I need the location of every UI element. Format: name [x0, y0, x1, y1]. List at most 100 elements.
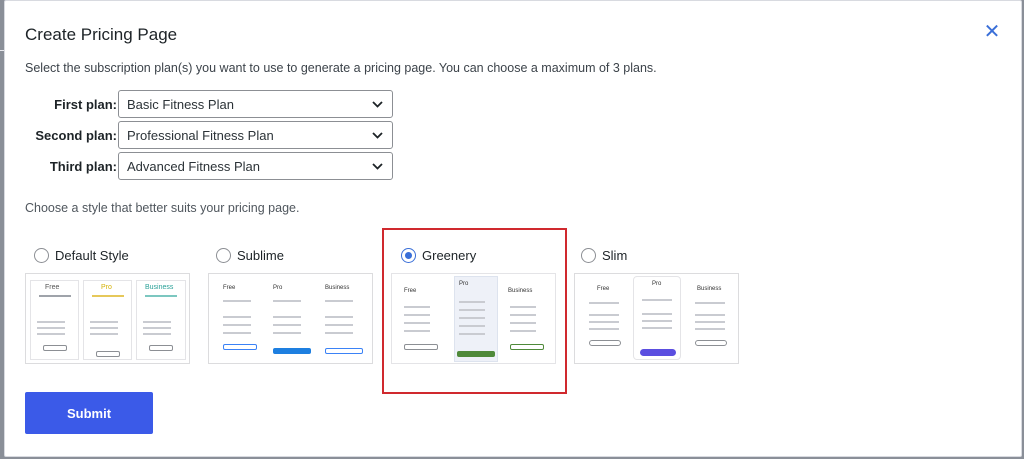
- second-plan-label: Second plan:: [35, 128, 117, 143]
- style-label-sublime: Sublime: [237, 248, 284, 264]
- preview-line: [589, 328, 619, 330]
- preview-line: [39, 295, 71, 297]
- preview-line: [273, 316, 301, 318]
- preview-line: [273, 332, 301, 334]
- preview-plan-name: Business: [145, 284, 174, 291]
- dialog-description: Select the subscription plan(s) you want…: [25, 61, 657, 75]
- preview-card: Free: [579, 284, 629, 350]
- preview-button: [695, 340, 727, 346]
- preview-plan-name: Free: [223, 285, 236, 291]
- preview-card: Pro: [267, 280, 315, 360]
- first-plan-select[interactable]: Basic Fitness Plan: [118, 90, 393, 118]
- preview-line: [404, 330, 430, 332]
- preview-line: [404, 306, 430, 308]
- style-label-slim: Slim: [602, 248, 628, 264]
- preview-line: [510, 306, 536, 308]
- preview-line: [90, 321, 118, 323]
- preview-line: [695, 302, 725, 304]
- sublime-style-preview[interactable]: Free Pro Business: [208, 273, 373, 364]
- submit-button[interactable]: Submit: [25, 392, 153, 434]
- preview-line: [459, 301, 485, 303]
- second-plan-select[interactable]: Professional Fitness Plan: [118, 121, 393, 149]
- preview-line: [589, 302, 619, 304]
- first-plan-row: First plan: Basic Fitness Plan: [25, 90, 405, 118]
- preview-line: [90, 327, 118, 329]
- radio-sublime[interactable]: [216, 248, 231, 264]
- preview-plan-name: Free: [45, 284, 60, 291]
- first-plan-label: First plan:: [54, 97, 117, 112]
- preview-plan-name: Free: [404, 288, 417, 294]
- preview-line: [143, 327, 171, 329]
- second-plan-row: Second plan: Professional Fitness Plan: [25, 121, 405, 149]
- style-description: Choose a style that better suits your pr…: [25, 201, 300, 215]
- preview-button: [589, 340, 621, 346]
- preview-line: [143, 321, 171, 323]
- chevron-down-icon: [372, 132, 383, 139]
- preview-line: [273, 324, 301, 326]
- third-plan-label: Third plan:: [49, 159, 117, 174]
- third-plan-value: Advanced Fitness Plan: [127, 159, 260, 174]
- preview-line: [325, 316, 353, 318]
- style-option-sublime[interactable]: Sublime: [216, 247, 284, 267]
- preview-button: [43, 345, 67, 351]
- preview-plan-name: Business: [697, 286, 722, 292]
- preview-line: [459, 309, 485, 311]
- preview-card: Free: [400, 286, 444, 352]
- preview-plan-name: Pro: [652, 281, 662, 287]
- preview-card: Business: [506, 286, 552, 352]
- preview-line: [325, 300, 353, 302]
- second-plan-value: Professional Fitness Plan: [127, 128, 274, 143]
- preview-line: [90, 333, 118, 335]
- close-icon[interactable]: ✕: [983, 22, 1001, 42]
- preview-line: [404, 322, 430, 324]
- preview-line: [223, 332, 251, 334]
- preview-plan-name: Pro: [273, 285, 283, 291]
- style-option-slim[interactable]: Slim: [581, 247, 627, 267]
- preview-plan-name: Free: [597, 286, 610, 292]
- preview-plan-name: Pro: [101, 284, 112, 291]
- chevron-down-icon: [372, 101, 383, 108]
- preview-card: Business: [136, 280, 186, 360]
- radio-default[interactable]: [34, 248, 49, 264]
- preview-line: [589, 314, 619, 316]
- chevron-down-icon: [372, 163, 383, 170]
- preview-line: [325, 332, 353, 334]
- slim-style-preview[interactable]: Free Pro Business: [574, 273, 739, 364]
- preview-line: [145, 295, 177, 297]
- preview-button: [223, 344, 257, 350]
- style-label-default: Default Style: [55, 248, 129, 264]
- greenery-style-preview[interactable]: Free Pro Business: [391, 273, 556, 364]
- preview-plan-name: Pro: [459, 281, 469, 287]
- preview-card: Business: [319, 280, 369, 360]
- preview-line: [37, 327, 65, 329]
- preview-line: [642, 299, 672, 301]
- preview-line: [273, 300, 301, 302]
- dialog-title: Create Pricing Page: [25, 25, 178, 44]
- style-option-default[interactable]: Default Style: [34, 247, 129, 267]
- preview-button: [457, 351, 495, 357]
- radio-slim[interactable]: [581, 248, 596, 264]
- default-style-preview[interactable]: Free Pro Business: [25, 273, 190, 364]
- preview-card: Pro: [454, 276, 498, 362]
- preview-card: Free: [30, 280, 79, 360]
- preview-line: [510, 330, 536, 332]
- preview-line: [459, 333, 485, 335]
- preview-card: Business: [685, 284, 735, 350]
- preview-line: [459, 325, 485, 327]
- preview-line: [92, 295, 124, 297]
- preview-button: [96, 351, 120, 357]
- preview-line: [510, 314, 536, 316]
- preview-plan-name: Business: [325, 285, 350, 291]
- preview-line: [223, 316, 251, 318]
- preview-line: [695, 321, 725, 323]
- preview-button: [640, 349, 676, 356]
- first-plan-value: Basic Fitness Plan: [127, 97, 234, 112]
- preview-card: Pro: [83, 280, 132, 360]
- third-plan-select[interactable]: Advanced Fitness Plan: [118, 152, 393, 180]
- preview-button: [149, 345, 173, 351]
- preview-line: [642, 313, 672, 315]
- preview-line: [325, 324, 353, 326]
- preview-line: [404, 314, 430, 316]
- preview-line: [37, 321, 65, 323]
- preview-card: Pro: [633, 276, 681, 360]
